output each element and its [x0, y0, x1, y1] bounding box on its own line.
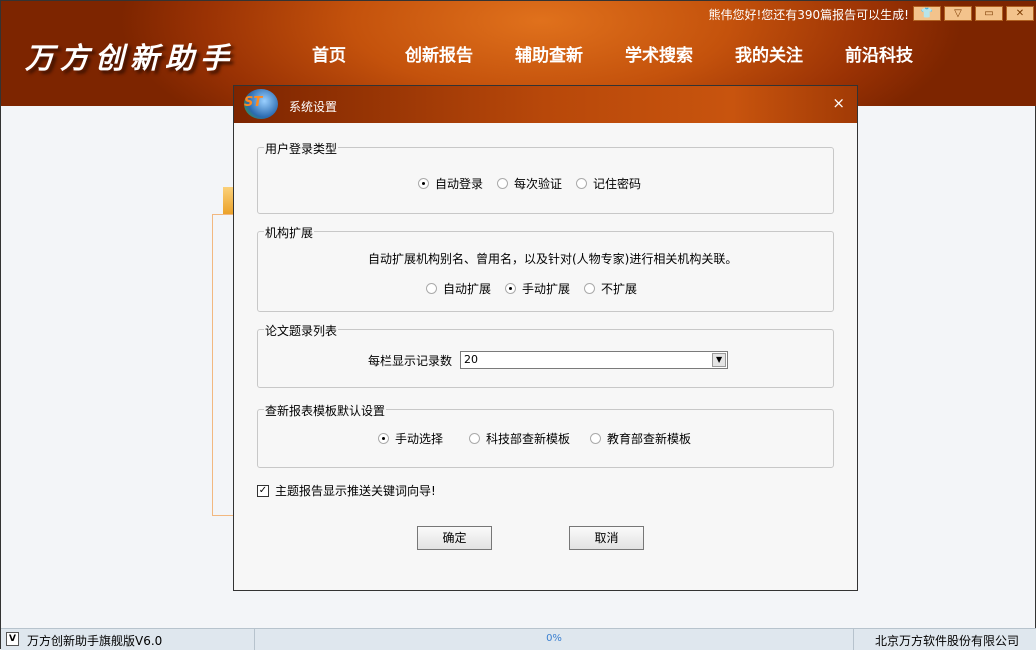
radio-label: 教育部查新模板	[607, 432, 692, 446]
close-icon: ✕	[1015, 8, 1025, 19]
nav-frontier-tech[interactable]: 前沿科技	[824, 41, 934, 66]
main-nav: 首页 创新报告 辅助查新 学术搜索 我的关注 前沿科技	[274, 41, 934, 66]
report-template-legend: 查新报表模板默认设置	[264, 402, 387, 419]
radio-manual-select[interactable]: 手动选择	[378, 430, 443, 447]
shirt-icon: 👕	[920, 8, 934, 19]
close-window-button[interactable]: ✕	[1006, 6, 1034, 21]
select-value: 20	[464, 353, 479, 366]
app-logo: 万方创新助手	[25, 41, 236, 75]
skin-button[interactable]: 👕	[913, 6, 941, 21]
dropdown-icon: ▽	[954, 8, 962, 19]
report-template-group: 查新报表模板默认设置 手动选择 科技部查新模板 教育部查新模板	[257, 402, 834, 468]
nav-academic-search[interactable]: 学术搜索	[604, 41, 714, 66]
radio-label: 不扩展	[601, 282, 638, 296]
radio-auto-login[interactable]: 自动登录	[418, 175, 483, 192]
radio-most-template[interactable]: 科技部查新模板	[469, 430, 570, 447]
ok-button[interactable]: 确定	[417, 526, 492, 550]
org-expand-description: 自动扩展机构别名、曾用名，以及针对(人物专家)进行相关机构关联。	[368, 252, 738, 266]
status-bar: V 万方创新助手 旗舰版V6.0 0% 北京万方软件股份有限公司	[1, 628, 1036, 650]
status-edition: 旗舰版V6.0	[99, 634, 163, 648]
paper-list-group: 论文题录列表 每栏显示记录数 20 ▼	[257, 322, 834, 388]
records-per-column-select[interactable]: 20 ▼	[460, 351, 729, 369]
progress-percent: 0%	[254, 629, 854, 650]
status-app-name: 万方创新助手	[27, 634, 100, 648]
keyword-guide-checkbox[interactable]: ✓ 主题报告显示推送关键词向导!	[257, 482, 436, 499]
minimize-icon: ▭	[984, 8, 994, 19]
radio-moe-template[interactable]: 教育部查新模板	[590, 430, 691, 447]
checkbox-label: 主题报告显示推送关键词向导!	[275, 484, 436, 498]
settings-dialog: ST 系统设置 × 用户登录类型 自动登录 每次验证 记住密码 机构扩展 自动扩…	[233, 85, 858, 591]
login-type-legend: 用户登录类型	[264, 140, 339, 157]
dialog-close-button[interactable]: ×	[832, 94, 845, 112]
version-icon[interactable]: V	[6, 632, 19, 646]
radio-label: 自动扩展	[443, 282, 492, 296]
menu-button[interactable]: ▽	[944, 6, 972, 21]
paper-list-legend: 论文题录列表	[264, 322, 339, 339]
radio-remember-password[interactable]: 记住密码	[576, 175, 641, 192]
radio-label: 手动选择	[395, 432, 444, 446]
nav-innovation-report[interactable]: 创新报告	[384, 41, 494, 66]
radio-label: 记住密码	[593, 177, 642, 191]
nav-assisted-search[interactable]: 辅助查新	[494, 41, 604, 66]
dialog-title: 系统设置	[289, 100, 338, 114]
radio-label: 每次验证	[514, 177, 563, 191]
radio-label: 自动登录	[435, 177, 484, 191]
radio-auto-expand[interactable]: 自动扩展	[426, 280, 491, 297]
radio-verify-each[interactable]: 每次验证	[497, 175, 562, 192]
checkmark-icon[interactable]: ✓	[257, 484, 269, 497]
org-expand-legend: 机构扩展	[264, 224, 315, 241]
nav-home[interactable]: 首页	[274, 41, 384, 66]
minimize-button[interactable]: ▭	[975, 6, 1003, 21]
radio-no-expand[interactable]: 不扩展	[584, 280, 637, 297]
radio-manual-expand[interactable]: 手动扩展	[505, 280, 570, 297]
login-type-group: 用户登录类型 自动登录 每次验证 记住密码	[257, 140, 834, 214]
cancel-button[interactable]: 取消	[569, 526, 644, 550]
nav-my-follow[interactable]: 我的关注	[714, 41, 824, 66]
radio-label: 手动扩展	[522, 282, 571, 296]
greeting-text: 熊伟您好!您还有390篇报告可以生成!	[708, 8, 909, 22]
records-per-column-label: 每栏显示记录数	[368, 353, 453, 368]
dialog-titlebar[interactable]: ST 系统设置 ×	[234, 86, 857, 123]
chevron-down-icon[interactable]: ▼	[712, 353, 727, 367]
org-expand-group: 机构扩展 自动扩展机构别名、曾用名，以及针对(人物专家)进行相关机构关联。 自动…	[257, 224, 834, 312]
app-globe-icon: ST	[244, 89, 278, 119]
status-company: 北京万方软件股份有限公司	[874, 634, 1019, 648]
radio-label: 科技部查新模板	[486, 432, 571, 446]
